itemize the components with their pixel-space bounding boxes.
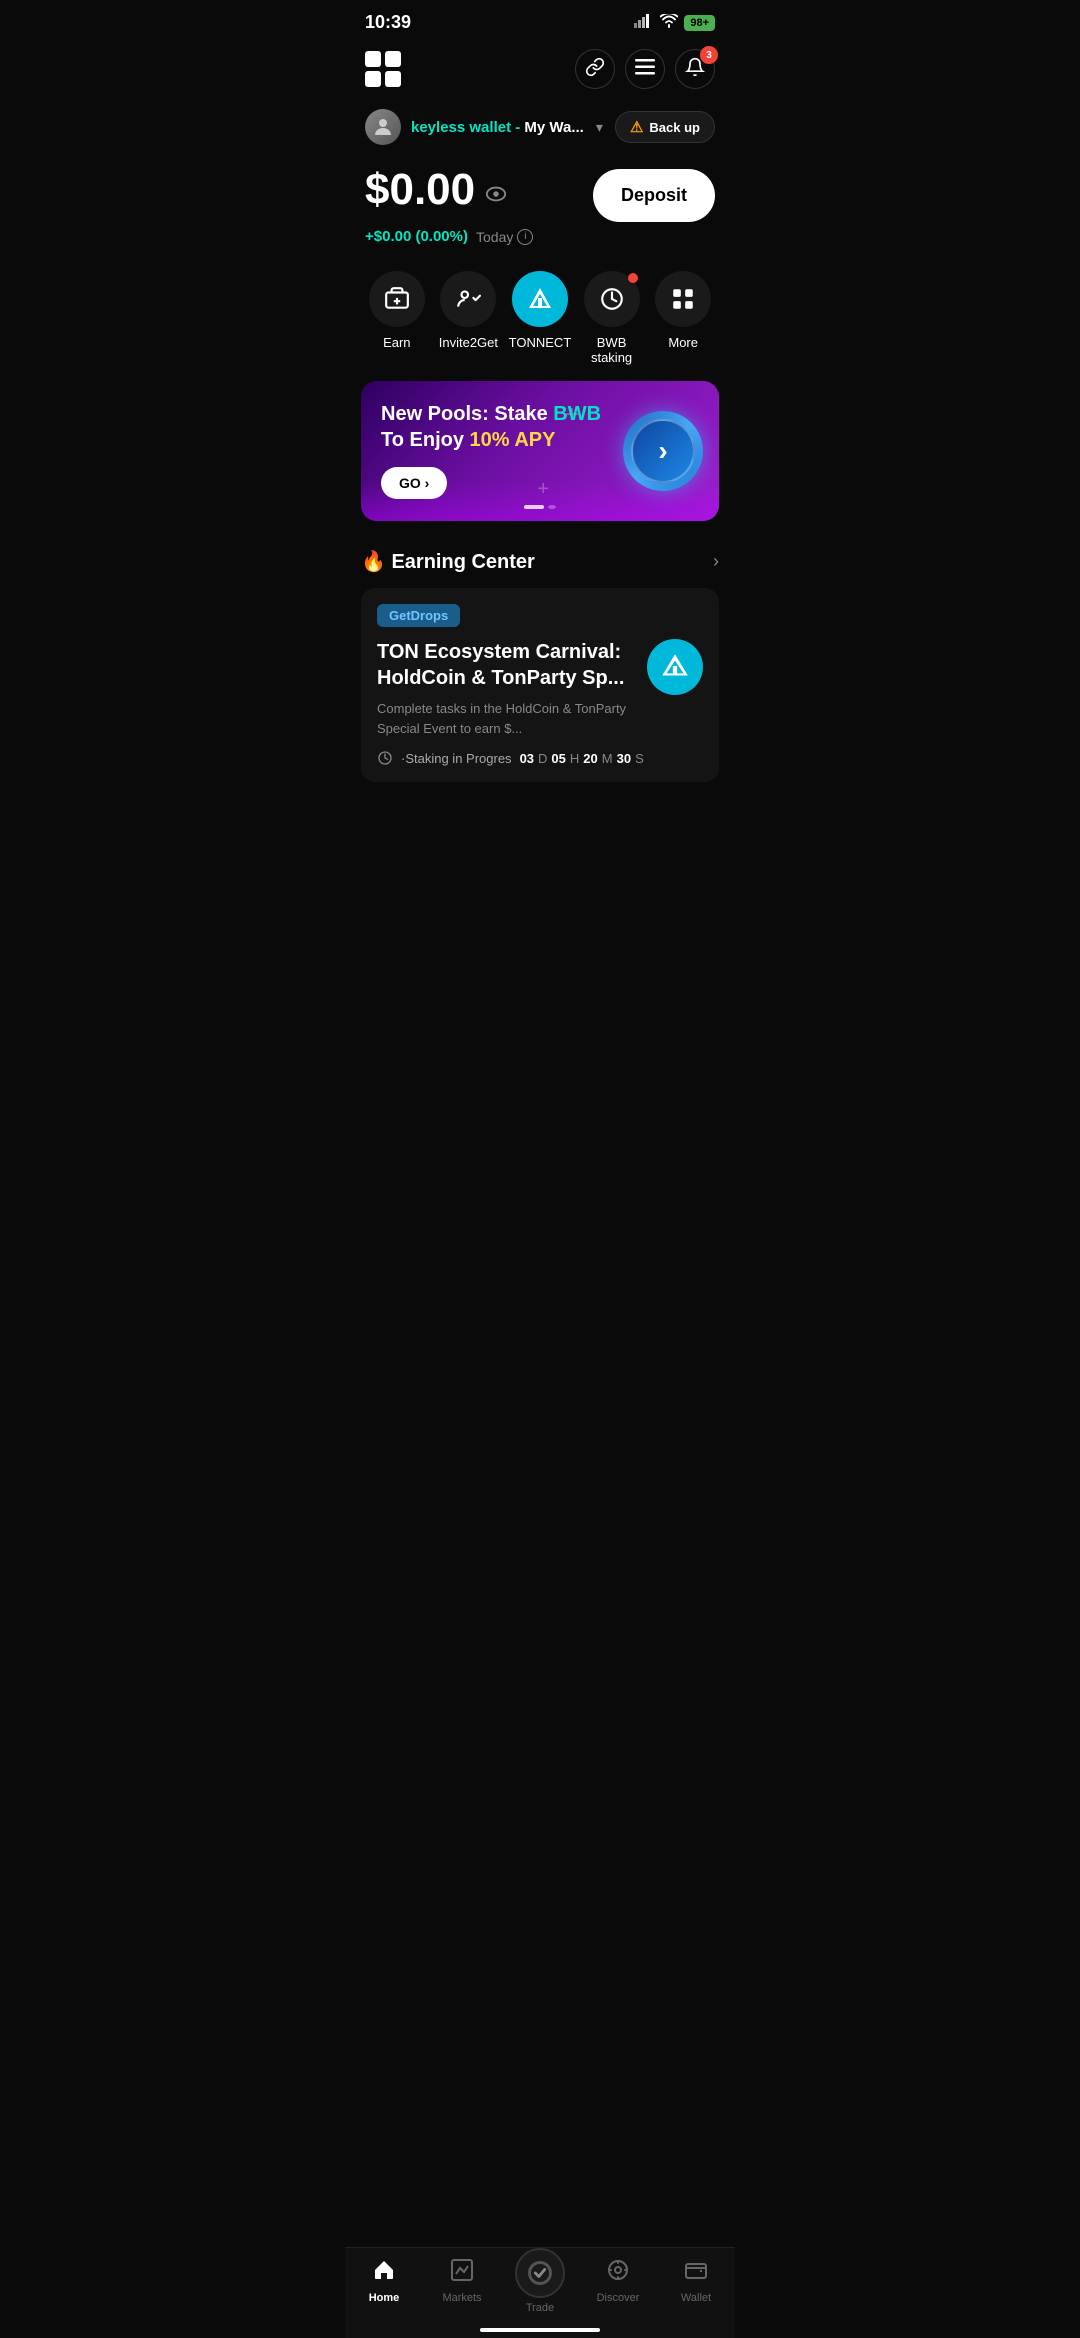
header-left	[365, 51, 401, 87]
change-amount: +$0.00 (0.00%)	[365, 228, 468, 245]
home-indicator	[480, 2328, 600, 2332]
earning-card-desc: Complete tasks in the HoldCoin & TonPart…	[377, 699, 635, 738]
h-label: H	[570, 751, 579, 766]
tonnect-label: TONNECT	[509, 335, 572, 350]
promo-banner[interactable]: + + + New Pools: Stake BWB To Enjoy 10% …	[361, 381, 719, 521]
wallet-icon	[684, 2258, 708, 2288]
status-bar: 10:39 98+	[345, 0, 735, 41]
timer-values: 03 D 05 H 20 M 30 S	[520, 751, 644, 766]
earning-card-footer: ·Staking in Progres 03 D 05 H 20 M 30 S	[377, 750, 703, 766]
earn-label: Earn	[383, 335, 410, 350]
staking-progress: ·Staking in Progres	[401, 751, 512, 766]
getdrops-badge: GetDrops	[377, 604, 460, 627]
earning-card-body: TON Ecosystem Carnival: HoldCoin & TonPa…	[377, 639, 703, 738]
earning-center-chevron[interactable]: ›	[713, 551, 719, 572]
balance-row: $0.00 Deposit	[365, 165, 715, 222]
link-button[interactable]	[575, 49, 615, 89]
wallet-section: keyless wallet - My Wa... ▾ ⚠ Back up $0…	[345, 101, 735, 261]
timer-hours: 05	[551, 751, 565, 766]
action-tonnect[interactable]: TONNECT	[504, 271, 576, 365]
balance-display: $0.00	[365, 165, 507, 215]
backup-button[interactable]: ⚠ Back up	[615, 111, 715, 143]
markets-icon	[450, 2258, 474, 2288]
nav-markets[interactable]: Markets	[423, 2258, 501, 2314]
bottom-nav: Home Markets Trade Discover	[345, 2247, 735, 2338]
wallet-name-group[interactable]: keyless wallet - My Wa... ▾	[365, 109, 603, 145]
nav-discover[interactable]: Discover	[579, 2258, 657, 2314]
earning-card-text: TON Ecosystem Carnival: HoldCoin & TonPa…	[377, 639, 635, 738]
timer-minutes: 20	[583, 751, 597, 766]
wallet-label: Wallet	[681, 2292, 711, 2304]
menu-icon	[635, 59, 655, 80]
bwb-label: BWB staking	[576, 335, 648, 365]
markets-label: Markets	[442, 2292, 481, 2304]
home-label: Home	[369, 2292, 400, 2304]
header: 3	[345, 41, 735, 101]
trade-label: Trade	[526, 2302, 554, 2314]
quick-actions: Earn Invite2Get TONNECT	[345, 261, 735, 369]
home-icon	[372, 2258, 396, 2288]
earning-center-header: 🔥 Earning Center ›	[361, 549, 719, 574]
banner-coin: ›	[623, 411, 703, 491]
wallet-label: keyless wallet - My Wa...	[411, 119, 584, 136]
indicator-inactive	[548, 505, 556, 509]
balance-amount: $0.00	[365, 165, 507, 215]
notification-count: 3	[700, 46, 718, 64]
balance-change: +$0.00 (0.00%) Today i	[365, 228, 715, 245]
discover-label: Discover	[597, 2292, 640, 2304]
s-label: S	[635, 751, 644, 766]
earning-card[interactable]: GetDrops TON Ecosystem Carnival: HoldCoi…	[361, 588, 719, 782]
info-icon[interactable]: i	[517, 229, 533, 245]
action-invite[interactable]: Invite2Get	[433, 271, 505, 365]
earning-center-title: 🔥 Earning Center	[361, 549, 535, 574]
earning-card-title: TON Ecosystem Carnival: HoldCoin & TonPa…	[377, 639, 635, 691]
status-time: 10:39	[365, 12, 411, 33]
status-icons: 98+	[634, 14, 715, 31]
bwb-icon-wrapper	[584, 271, 640, 327]
signal-icon	[634, 14, 654, 31]
timer-seconds: 30	[617, 751, 631, 766]
menu-button[interactable]	[625, 49, 665, 89]
battery-badge: 98+	[684, 15, 715, 31]
wifi-icon	[660, 14, 678, 31]
earning-section: 🔥 Earning Center › GetDrops TON Ecosyste…	[345, 533, 735, 790]
today-label: Today i	[476, 229, 533, 245]
warning-icon: ⚠	[630, 118, 643, 136]
more-icon-wrapper	[655, 271, 711, 327]
notification-button[interactable]: 3	[675, 49, 715, 89]
header-right: 3	[575, 49, 715, 89]
tonnect-icon-wrapper	[512, 271, 568, 327]
action-more[interactable]: More	[647, 271, 719, 365]
indicator-active	[524, 505, 544, 509]
m-label: M	[602, 751, 613, 766]
nav-home[interactable]: Home	[345, 2258, 423, 2314]
nav-trade[interactable]: Trade	[501, 2258, 579, 2314]
invite-label: Invite2Get	[439, 335, 498, 350]
banner-indicator	[524, 505, 556, 509]
discover-icon	[606, 2258, 630, 2288]
earning-card-logo	[647, 639, 703, 695]
timer-days: 03	[520, 751, 534, 766]
link-icon	[585, 57, 605, 82]
wallet-avatar	[365, 109, 401, 145]
wallet-header: keyless wallet - My Wa... ▾ ⚠ Back up	[365, 109, 715, 145]
deposit-button[interactable]: Deposit	[593, 169, 715, 222]
invite-icon-wrapper	[440, 271, 496, 327]
apps-icon[interactable]	[365, 51, 401, 87]
nav-wallet[interactable]: Wallet	[657, 2258, 735, 2314]
eye-icon[interactable]	[485, 185, 507, 208]
bwb-red-dot	[628, 273, 638, 283]
action-bwb[interactable]: BWB staking	[576, 271, 648, 365]
more-label: More	[668, 335, 698, 350]
chevron-down-icon: ▾	[596, 119, 603, 136]
banner-section: + + + New Pools: Stake BWB To Enjoy 10% …	[345, 369, 735, 533]
earn-icon-wrapper	[369, 271, 425, 327]
trade-icon	[515, 2248, 565, 2298]
d-label: D	[538, 751, 547, 766]
action-earn[interactable]: Earn	[361, 271, 433, 365]
banner-go-button[interactable]: GO ›	[381, 467, 447, 499]
